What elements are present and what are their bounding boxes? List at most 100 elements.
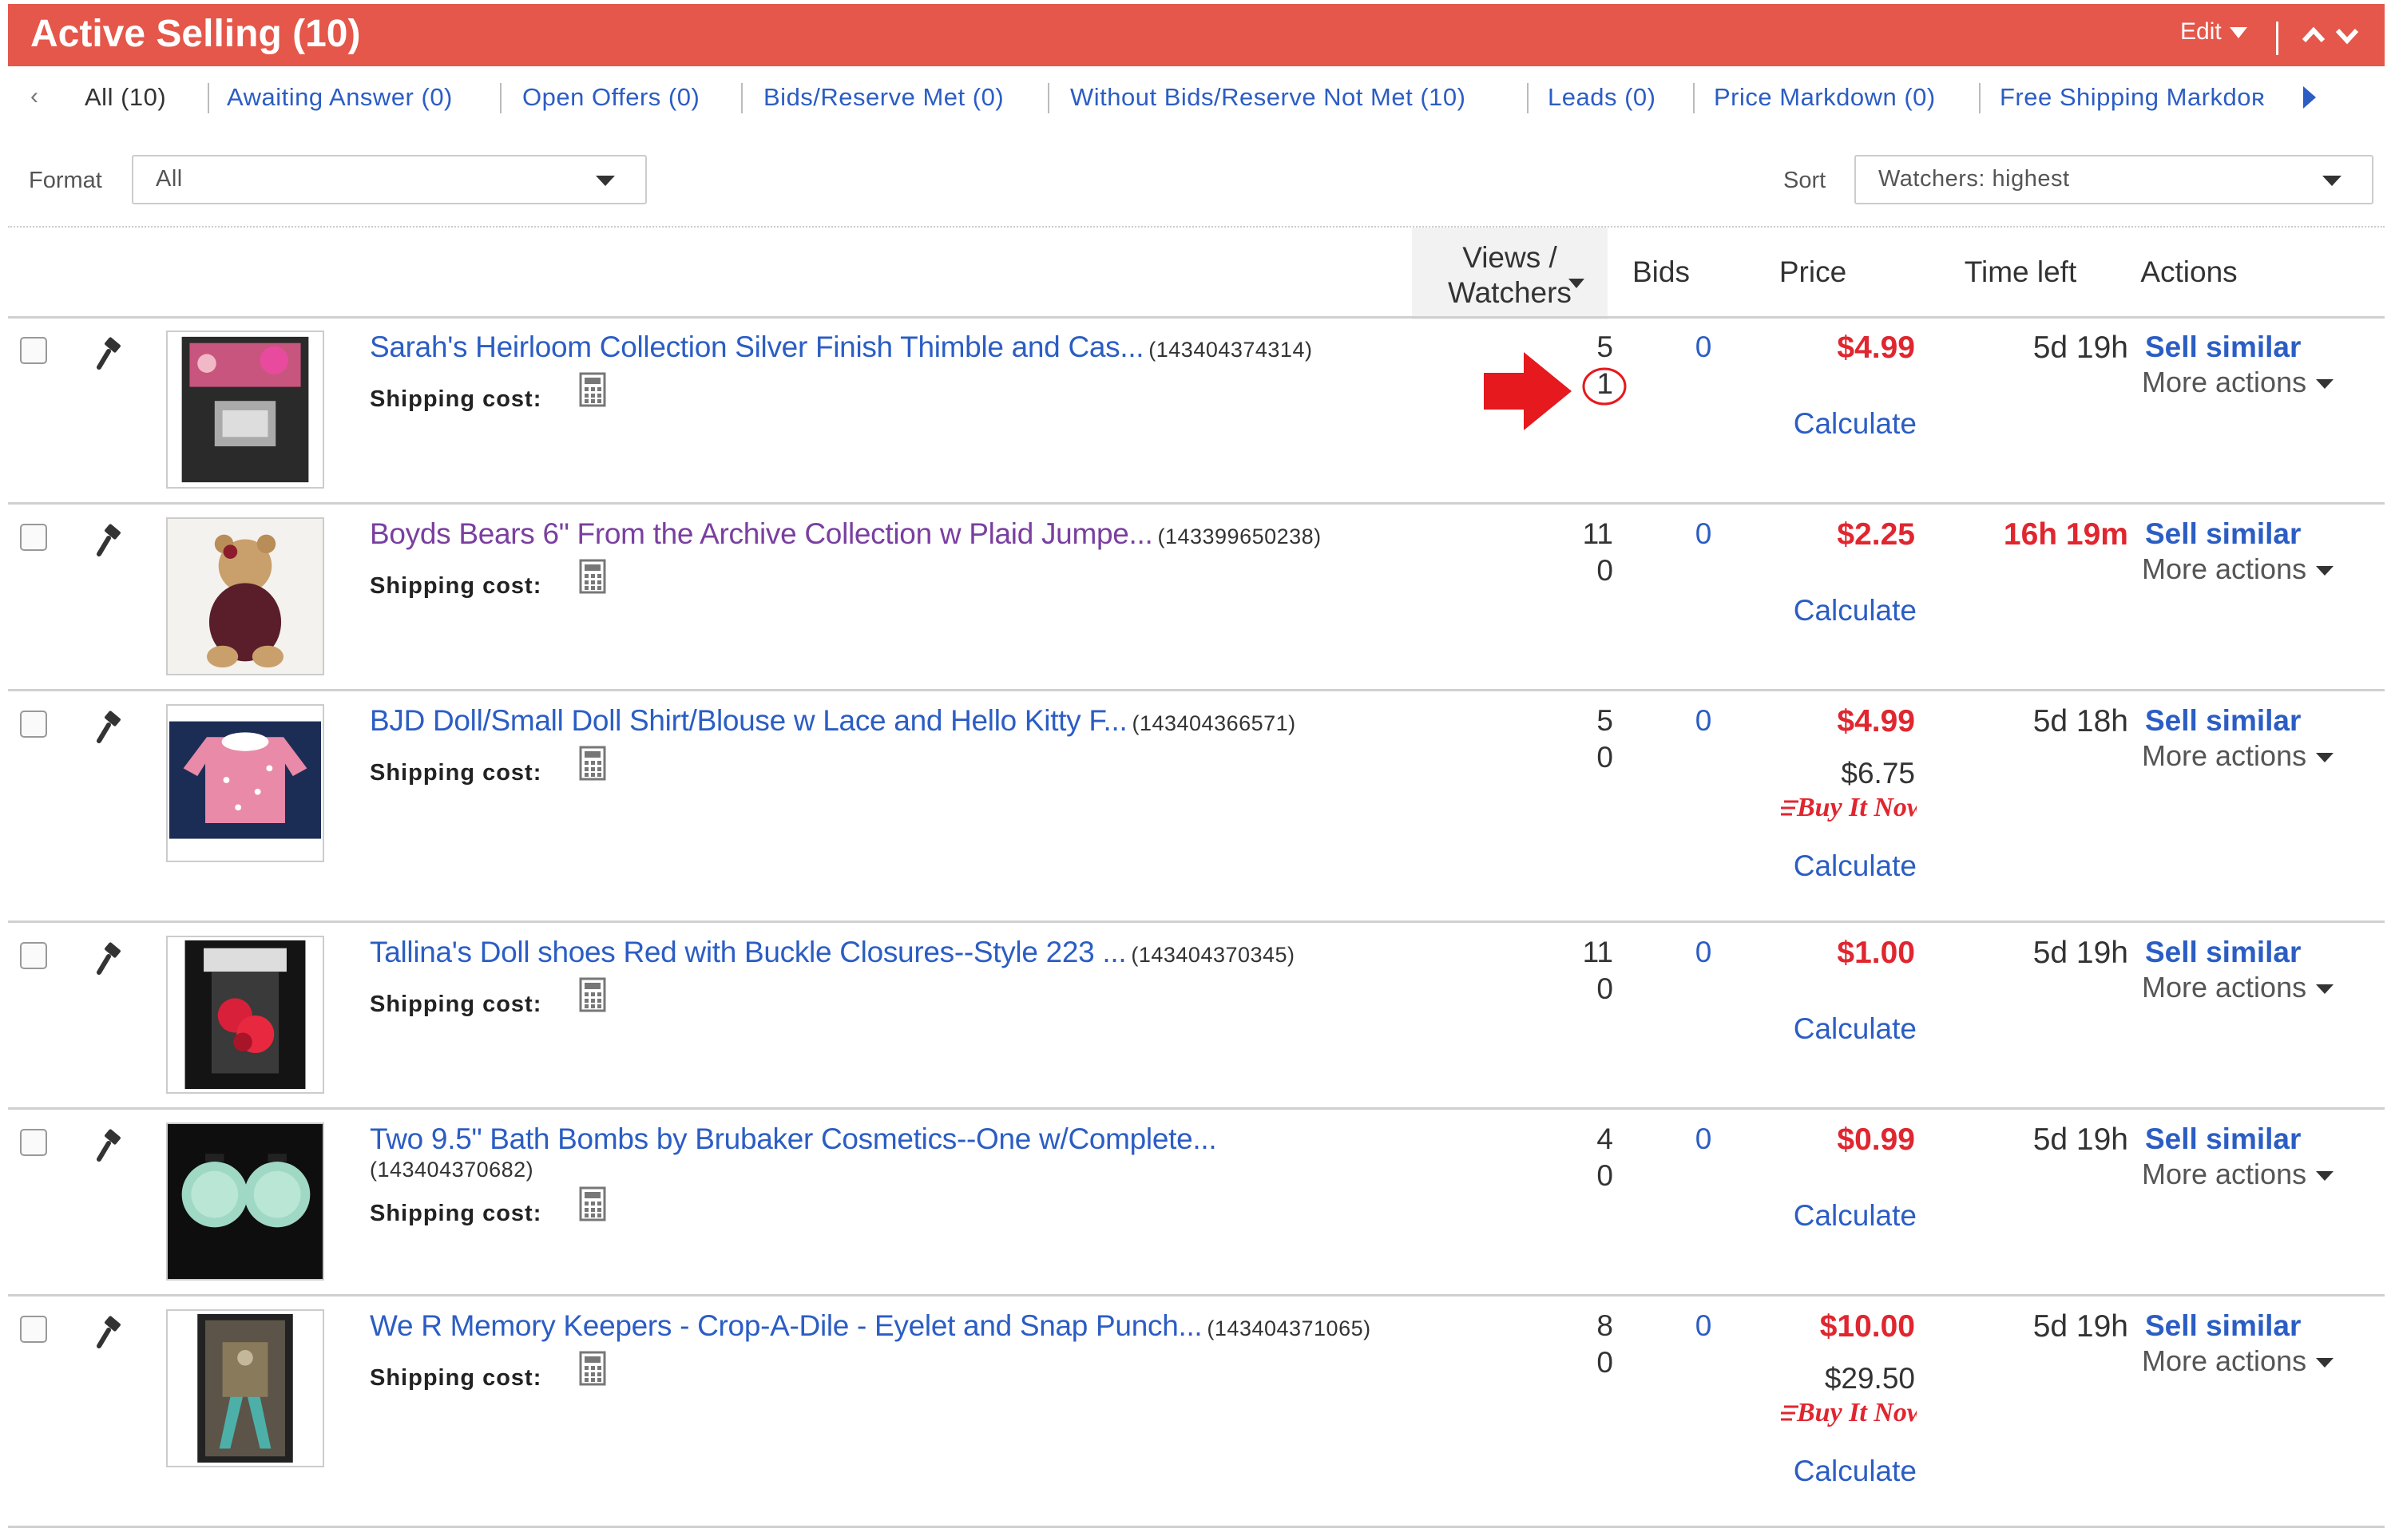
edit-menu-button[interactable]: Edit	[2180, 18, 2247, 46]
edit-label: Edit	[2180, 18, 2222, 45]
scroll-left-icon[interactable]: ‹	[30, 83, 38, 110]
calculate-link[interactable]: Calculate	[1757, 1012, 1917, 1046]
caret-down-icon	[2316, 1358, 2334, 1368]
views-count: 4	[1596, 1122, 1613, 1155]
more-actions-menu[interactable]: More actions	[2142, 1344, 2334, 1378]
calculate-link[interactable]: Calculate	[1757, 849, 1917, 883]
tab-awaiting-answer[interactable]: Awaiting Answer (0)	[227, 83, 453, 112]
listing-id: (143404371065)	[1207, 1316, 1371, 1340]
row-checkbox[interactable]	[20, 711, 47, 738]
sell-similar-link[interactable]: Sell similar	[2145, 331, 2301, 364]
time-left: 16h 19m	[2003, 517, 2128, 552]
listing-thumbnail[interactable]	[166, 517, 324, 675]
more-actions-menu[interactable]: More actions	[2142, 1158, 2334, 1191]
listing-title-link[interactable]: We R Memory Keepers - Crop-A-Dile - Eyel…	[370, 1309, 1203, 1342]
calculator-icon[interactable]	[579, 746, 606, 781]
listing-thumbnail[interactable]	[166, 936, 324, 1094]
listing-row: We R Memory Keepers - Crop-A-Dile - Eyel…	[0, 1295, 2395, 1526]
highlight-circle-annotation	[1582, 367, 1627, 406]
sell-similar-link[interactable]: Sell similar	[2145, 1309, 2301, 1343]
column-header-price[interactable]: Price	[1773, 255, 1853, 289]
tab-free-shipping-markdown[interactable]: Free Shipping Markdoʀ	[2000, 83, 2283, 112]
column-header-bids[interactable]: Bids	[1629, 255, 1693, 289]
row-checkbox[interactable]	[20, 337, 47, 364]
current-price: $10.00	[1819, 1309, 1915, 1344]
tab-all[interactable]: All (10)	[85, 83, 166, 112]
auction-gavel-icon	[97, 337, 121, 370]
sell-similar-link[interactable]: Sell similar	[2145, 517, 2301, 551]
auction-gavel-icon	[97, 711, 121, 743]
sort-value: Watchers: highest	[1878, 166, 2070, 192]
time-left: 5d 19h	[2032, 1122, 2128, 1157]
more-actions-label: More actions	[2142, 366, 2307, 398]
tab-divider	[1048, 83, 1049, 113]
sell-similar-link[interactable]: Sell similar	[2145, 936, 2301, 969]
listing-title: Two 9.5" Bath Bombs by Brubaker Cosmetic…	[370, 1122, 1217, 1156]
calculate-link[interactable]: Calculate	[1757, 1455, 1917, 1488]
more-actions-menu[interactable]: More actions	[2142, 739, 2334, 773]
more-actions-label: More actions	[2142, 739, 2307, 772]
row-checkbox[interactable]	[20, 1129, 47, 1156]
calculator-icon[interactable]	[579, 372, 606, 407]
current-price: $1.00	[1837, 936, 1915, 970]
buy-it-now-price: $6.75	[1841, 757, 1915, 790]
format-select[interactable]: All	[132, 155, 647, 204]
listing-thumbnail[interactable]	[166, 331, 324, 489]
tab-without-bids[interactable]: Without Bids/Reserve Not Met (10)	[1070, 83, 1465, 112]
more-actions-menu[interactable]: More actions	[2142, 552, 2334, 586]
listing-title-link[interactable]: Boyds Bears 6" From the Archive Collecti…	[370, 517, 1153, 550]
listing-id: (143404370345)	[1131, 943, 1295, 967]
tab-open-offers[interactable]: Open Offers (0)	[522, 83, 700, 112]
caret-down-icon	[2316, 379, 2334, 390]
calculator-icon[interactable]	[579, 977, 606, 1012]
listing-title: We R Memory Keepers - Crop-A-Dile - Eyel…	[370, 1309, 1371, 1343]
calculator-icon[interactable]	[579, 559, 606, 594]
views-count: 11	[1582, 517, 1613, 550]
calculator-icon[interactable]	[579, 1186, 606, 1221]
expand-down-icon[interactable]	[2334, 22, 2361, 49]
buy-it-now-logo: Buy It Now	[1781, 1398, 1917, 1427]
sell-similar-link[interactable]: Sell similar	[2145, 1122, 2301, 1156]
listing-thumbnail[interactable]	[166, 704, 324, 862]
sort-select[interactable]: Watchers: highest	[1854, 155, 2373, 204]
row-checkbox[interactable]	[20, 524, 47, 551]
time-left: 5d 19h	[2032, 331, 2128, 365]
calculate-link[interactable]: Calculate	[1757, 407, 1917, 441]
shipping-cost-label: Shipping cost:	[370, 760, 542, 786]
current-price: $0.99	[1837, 1122, 1915, 1157]
divider	[8, 226, 2385, 228]
caret-down-icon	[2316, 1171, 2334, 1182]
scroll-right-icon[interactable]	[2300, 81, 2319, 120]
column-header-time-left[interactable]: Time left	[1957, 255, 2084, 289]
listing-title-link[interactable]: Tallina's Doll shoes Red with Buckle Clo…	[370, 936, 1127, 968]
listing-title-link[interactable]: BJD Doll/Small Doll Shirt/Blouse w Lace …	[370, 704, 1128, 737]
tab-leads[interactable]: Leads (0)	[1548, 83, 1655, 112]
row-checkbox[interactable]	[20, 942, 47, 969]
more-actions-label: More actions	[2142, 971, 2307, 1004]
buy-it-now-logo: Buy It Now	[1781, 793, 1917, 822]
sell-similar-link[interactable]: Sell similar	[2145, 704, 2301, 738]
listing-title: BJD Doll/Small Doll Shirt/Blouse w Lace …	[370, 704, 1296, 738]
auction-gavel-icon	[97, 1129, 121, 1162]
tab-bids-reserve-met[interactable]: Bids/Reserve Met (0)	[763, 83, 1004, 112]
row-checkbox[interactable]	[20, 1316, 47, 1343]
calculator-icon[interactable]	[579, 1351, 606, 1386]
listing-title-link[interactable]: Sarah's Heirloom Collection Silver Finis…	[370, 331, 1144, 363]
caret-down-icon	[2229, 27, 2247, 39]
calculate-link[interactable]: Calculate	[1757, 594, 1917, 627]
tab-divider	[1527, 83, 1529, 113]
calculate-link[interactable]: Calculate	[1757, 1199, 1917, 1233]
listing-title-link[interactable]: Two 9.5" Bath Bombs by Brubaker Cosmetic…	[370, 1122, 1217, 1155]
listing-thumbnail[interactable]	[166, 1309, 324, 1467]
more-actions-menu[interactable]: More actions	[2142, 366, 2334, 399]
collapse-up-icon[interactable]	[2300, 22, 2327, 49]
listing-thumbnail[interactable]	[166, 1122, 324, 1281]
auction-gavel-icon	[97, 1316, 121, 1348]
views-header-label: Views /	[1462, 241, 1557, 274]
tab-price-markdown[interactable]: Price Markdown (0)	[1714, 83, 1936, 112]
more-actions-menu[interactable]: More actions	[2142, 971, 2334, 1004]
chevron-down-icon	[596, 176, 615, 186]
caret-down-icon	[2316, 984, 2334, 995]
shipping-cost-label: Shipping cost:	[370, 386, 542, 412]
column-header-views-watchers[interactable]: Views / Watchers	[1412, 228, 1608, 319]
